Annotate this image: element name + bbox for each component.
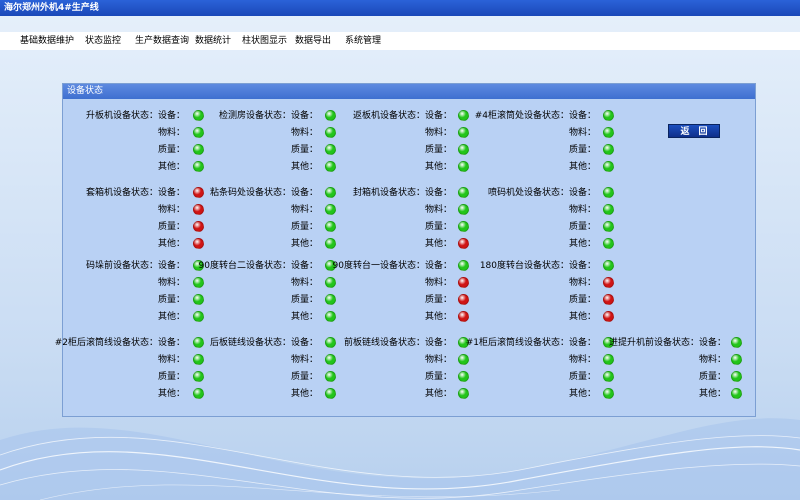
device-status-row: 进提升机前设备状态：设备： (0, 336, 726, 350)
menu-system[interactable]: 系统管理 (345, 32, 381, 50)
status-type-label: 物料： (568, 128, 596, 138)
device-status-row: 喷码机处设备状态：设备： (0, 186, 596, 200)
device-status-row: 180度转台设备状态：设备： (0, 259, 596, 273)
status-indicator-ok (603, 221, 614, 232)
status-type-label: 质量： (568, 222, 596, 232)
return-button[interactable]: 返 回 (668, 124, 720, 138)
menu-production-query[interactable]: 生产数据查询 (135, 32, 189, 50)
status-type-label: 其他： (568, 239, 596, 249)
status-indicator-ok (731, 354, 742, 365)
device-status-row: 物料： (0, 353, 726, 367)
status-indicator-ok (603, 110, 614, 121)
device-status-row: 物料： (0, 126, 596, 140)
status-type-label: 其他： (698, 389, 726, 399)
device-status-row: 质量： (0, 220, 596, 234)
status-type-label: 其他： (568, 312, 596, 322)
panel-title: 设备状态 (63, 84, 755, 99)
device-name-label: 180度转台设备状态：设备： (479, 261, 596, 271)
status-indicator-ok (603, 187, 614, 198)
menu-export[interactable]: 数据导出 (295, 32, 331, 50)
device-name-label: 进提升机前设备状态：设备： (608, 338, 726, 348)
device-status-row: 其他： (0, 387, 726, 401)
status-indicator-ok (603, 161, 614, 172)
status-indicator-ok (603, 144, 614, 155)
menu-statistics[interactable]: 数据统计 (195, 32, 231, 50)
menu-bar: 基础数据维护 状态监控 生产数据查询 数据统计 柱状图显示 数据导出 系统管理 (0, 32, 800, 50)
status-type-label: 其他： (568, 162, 596, 172)
window-title: 海尔郑州外机4#生产线 (0, 0, 800, 16)
device-status-row: 其他： (0, 237, 596, 251)
status-type-label: 物料： (568, 205, 596, 215)
status-indicator-ok (731, 337, 742, 348)
status-type-label: 质量： (568, 295, 596, 305)
status-indicator-fault (603, 277, 614, 288)
status-type-label: 物料： (568, 278, 596, 288)
status-indicator-ok (603, 204, 614, 215)
status-indicator-ok (731, 388, 742, 399)
status-type-label: 质量： (698, 372, 726, 382)
status-indicator-fault (603, 311, 614, 322)
device-status-row: 其他： (0, 310, 596, 324)
device-status-row: 质量： (0, 370, 726, 384)
device-status-row: 质量： (0, 143, 596, 157)
device-status-row: 物料： (0, 203, 596, 217)
device-name-label: 喷码机处设备状态：设备： (487, 188, 596, 198)
device-status-row: 质量： (0, 293, 596, 307)
device-status-row: 其他： (0, 160, 596, 174)
status-indicator-ok (603, 260, 614, 271)
status-indicator-fault (603, 294, 614, 305)
status-type-label: 物料： (698, 355, 726, 365)
menu-bar-chart[interactable]: 柱状图显示 (242, 32, 287, 50)
device-status-row: #4柜滚筒处设备状态：设备： (0, 109, 596, 123)
menu-status-monitor[interactable]: 状态监控 (85, 32, 121, 50)
device-status-row: 物料： (0, 276, 596, 290)
status-type-label: 质量： (568, 145, 596, 155)
status-indicator-ok (731, 371, 742, 382)
device-name-label: #4柜滚筒处设备状态：设备： (474, 111, 596, 121)
menu-base-data[interactable]: 基础数据维护 (20, 32, 74, 50)
status-indicator-ok (603, 127, 614, 138)
status-indicator-ok (603, 238, 614, 249)
